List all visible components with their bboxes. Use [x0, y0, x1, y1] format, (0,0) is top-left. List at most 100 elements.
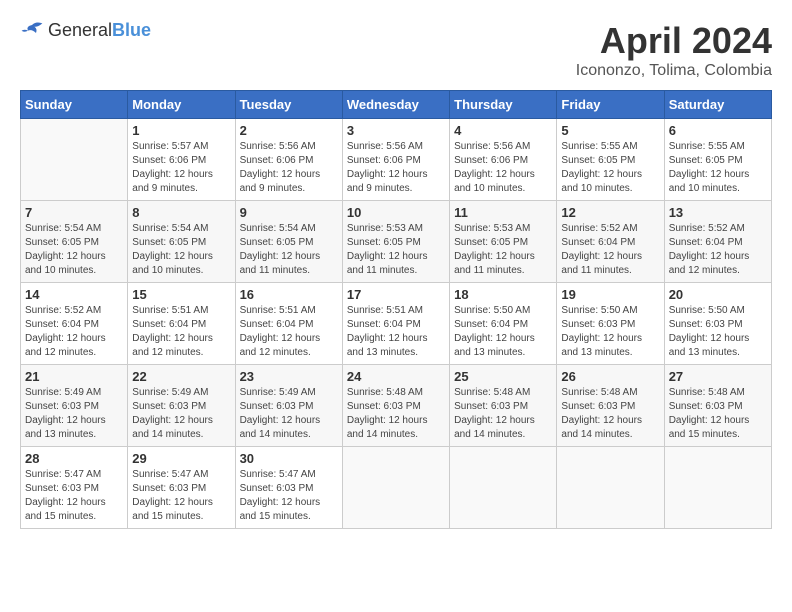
logo-text: GeneralBlue [48, 20, 151, 41]
day-number: 18 [454, 287, 552, 302]
day-number: 7 [25, 205, 123, 220]
calendar-day-cell: 25Sunrise: 5:48 AMSunset: 6:03 PMDayligh… [450, 365, 557, 447]
day-info: Sunrise: 5:54 AMSunset: 6:05 PMDaylight:… [25, 222, 123, 278]
calendar-day-cell: 2 Sunrise: 5:56 AMSunset: 6:06 PMDaylight… [235, 119, 342, 201]
day-info: Sunrise: 5:48 AMSunset: 6:03 PMDaylight:… [561, 386, 659, 442]
day-info: Sunrise: 5:55 AMSunset: 6:05 PMDaylight:… [669, 140, 767, 196]
location-subtitle: Icononzo, Tolima, Colombia [576, 62, 772, 80]
day-info: Sunrise: 5:52 AMSunset: 6:04 PMDaylight:… [561, 222, 659, 278]
calendar-day-cell: 17 Sunrise: 5:51 AMSunset: 6:04 PMDayligh… [342, 283, 449, 365]
col-wednesday: Wednesday [342, 91, 449, 119]
day-number: 26 [561, 369, 659, 384]
calendar-day-cell: 1 Sunrise: 5:57 AMSunset: 6:06 PMDaylight… [128, 119, 235, 201]
day-info: Sunrise: 5:50 AMSunset: 6:04 PMDaylight:… [454, 304, 552, 360]
day-number: 20 [669, 287, 767, 302]
day-info: Sunrise: 5:48 AMSunset: 6:03 PMDaylight:… [347, 386, 445, 442]
calendar-week-row: 14 Sunrise: 5:52 AMSunset: 6:04 PMDayligh… [21, 283, 772, 365]
calendar-week-row: 28 Sunrise: 5:47 AMSunset: 6:03 PMDayligh… [21, 447, 772, 529]
day-number: 22 [132, 369, 230, 384]
calendar-header-row: Sunday Monday Tuesday Wednesday Thursday… [21, 91, 772, 119]
day-number: 3 [347, 123, 445, 138]
day-number: 14 [25, 287, 123, 302]
day-number: 13 [669, 205, 767, 220]
calendar-day-cell: 6Sunrise: 5:55 AMSunset: 6:05 PMDaylight… [664, 119, 771, 201]
day-info: Sunrise: 5:54 AMSunset: 6:05 PMDaylight:… [132, 222, 230, 278]
calendar-day-cell: 5Sunrise: 5:55 AMSunset: 6:05 PMDaylight… [557, 119, 664, 201]
col-monday: Monday [128, 91, 235, 119]
calendar-day-cell: 13 Sunrise: 5:52 AMSunset: 6:04 PMDayligh… [664, 201, 771, 283]
day-number: 29 [132, 451, 230, 466]
calendar-day-cell [342, 447, 449, 529]
logo-blue: Blue [112, 20, 151, 40]
calendar-day-cell: 30 Sunrise: 5:47 AMSunset: 6:03 PMDayligh… [235, 447, 342, 529]
calendar-day-cell: 12 Sunrise: 5:52 AMSunset: 6:04 PMDayligh… [557, 201, 664, 283]
calendar-day-cell: 14 Sunrise: 5:52 AMSunset: 6:04 PMDayligh… [21, 283, 128, 365]
day-number: 27 [669, 369, 767, 384]
day-info: Sunrise: 5:51 AMSunset: 6:04 PMDaylight:… [240, 304, 338, 360]
day-info: Sunrise: 5:52 AMSunset: 6:04 PMDaylight:… [25, 304, 123, 360]
col-saturday: Saturday [664, 91, 771, 119]
day-info: Sunrise: 5:47 AMSunset: 6:03 PMDaylight:… [240, 468, 338, 524]
day-info: Sunrise: 5:57 AMSunset: 6:06 PMDaylight:… [132, 140, 230, 196]
day-info: Sunrise: 5:49 AMSunset: 6:03 PMDaylight:… [240, 386, 338, 442]
page-header: GeneralBlue April 2024 Icononzo, Tolima,… [20, 20, 772, 80]
day-number: 28 [25, 451, 123, 466]
calendar-day-cell: 15 Sunrise: 5:51 AMSunset: 6:04 PMDayligh… [128, 283, 235, 365]
day-number: 25 [454, 369, 552, 384]
calendar-day-cell: 28Sunrise: 5:47 AMSunset: 6:03 PMDayligh… [21, 447, 128, 529]
calendar-day-cell: 27 Sunrise: 5:48 AMSunset: 6:03 PMDayligh… [664, 365, 771, 447]
calendar-day-cell: 26 Sunrise: 5:48 AMSunset: 6:03 PMDayligh… [557, 365, 664, 447]
logo-general: General [48, 20, 112, 40]
day-number: 30 [240, 451, 338, 466]
calendar-day-cell: 10Sunrise: 5:53 AMSunset: 6:05 PMDayligh… [342, 201, 449, 283]
day-number: 21 [25, 369, 123, 384]
day-number: 12 [561, 205, 659, 220]
day-number: 8 [132, 205, 230, 220]
day-number: 15 [132, 287, 230, 302]
calendar-day-cell [450, 447, 557, 529]
day-info: Sunrise: 5:50 AMSunset: 6:03 PMDaylight:… [669, 304, 767, 360]
calendar-day-cell: 16 Sunrise: 5:51 AMSunset: 6:04 PMDayligh… [235, 283, 342, 365]
calendar-day-cell: 3 Sunrise: 5:56 AMSunset: 6:06 PMDaylight… [342, 119, 449, 201]
calendar-day-cell: 22 Sunrise: 5:49 AMSunset: 6:03 PMDayligh… [128, 365, 235, 447]
day-number: 19 [561, 287, 659, 302]
day-number: 9 [240, 205, 338, 220]
title-area: April 2024 Icononzo, Tolima, Colombia [576, 20, 772, 80]
calendar-day-cell: 9Sunrise: 5:54 AMSunset: 6:05 PMDaylight… [235, 201, 342, 283]
day-info: Sunrise: 5:50 AMSunset: 6:03 PMDaylight:… [561, 304, 659, 360]
day-info: Sunrise: 5:52 AMSunset: 6:04 PMDaylight:… [669, 222, 767, 278]
day-info: Sunrise: 5:51 AMSunset: 6:04 PMDaylight:… [132, 304, 230, 360]
day-info: Sunrise: 5:55 AMSunset: 6:05 PMDaylight:… [561, 140, 659, 196]
day-info: Sunrise: 5:56 AMSunset: 6:06 PMDaylight:… [454, 140, 552, 196]
day-info: Sunrise: 5:49 AMSunset: 6:03 PMDaylight:… [132, 386, 230, 442]
calendar-day-cell: 11 Sunrise: 5:53 AMSunset: 6:05 PMDayligh… [450, 201, 557, 283]
day-info: Sunrise: 5:56 AMSunset: 6:06 PMDaylight:… [347, 140, 445, 196]
col-tuesday: Tuesday [235, 91, 342, 119]
day-number: 10 [347, 205, 445, 220]
day-info: Sunrise: 5:51 AMSunset: 6:04 PMDaylight:… [347, 304, 445, 360]
calendar-week-row: 1 Sunrise: 5:57 AMSunset: 6:06 PMDaylight… [21, 119, 772, 201]
calendar-day-cell [21, 119, 128, 201]
month-title: April 2024 [576, 20, 772, 62]
day-info: Sunrise: 5:49 AMSunset: 6:03 PMDaylight:… [25, 386, 123, 442]
calendar-table: Sunday Monday Tuesday Wednesday Thursday… [20, 90, 772, 529]
calendar-day-cell: 21 Sunrise: 5:49 AMSunset: 6:03 PMDayligh… [21, 365, 128, 447]
day-number: 16 [240, 287, 338, 302]
day-number: 4 [454, 123, 552, 138]
day-number: 11 [454, 205, 552, 220]
calendar-day-cell: 23 Sunrise: 5:49 AMSunset: 6:03 PMDayligh… [235, 365, 342, 447]
day-number: 2 [240, 123, 338, 138]
calendar-day-cell: 18 Sunrise: 5:50 AMSunset: 6:04 PMDayligh… [450, 283, 557, 365]
day-number: 17 [347, 287, 445, 302]
calendar-day-cell: 29 Sunrise: 5:47 AMSunset: 6:03 PMDayligh… [128, 447, 235, 529]
calendar-week-row: 7 Sunrise: 5:54 AMSunset: 6:05 PMDaylight… [21, 201, 772, 283]
day-info: Sunrise: 5:56 AMSunset: 6:06 PMDaylight:… [240, 140, 338, 196]
day-number: 24 [347, 369, 445, 384]
calendar-day-cell: 7 Sunrise: 5:54 AMSunset: 6:05 PMDaylight… [21, 201, 128, 283]
day-info: Sunrise: 5:53 AMSunset: 6:05 PMDaylight:… [454, 222, 552, 278]
day-number: 23 [240, 369, 338, 384]
day-info: Sunrise: 5:47 AMSunset: 6:03 PMDaylight:… [132, 468, 230, 524]
day-info: Sunrise: 5:48 AMSunset: 6:03 PMDaylight:… [669, 386, 767, 442]
col-friday: Friday [557, 91, 664, 119]
day-number: 1 [132, 123, 230, 138]
